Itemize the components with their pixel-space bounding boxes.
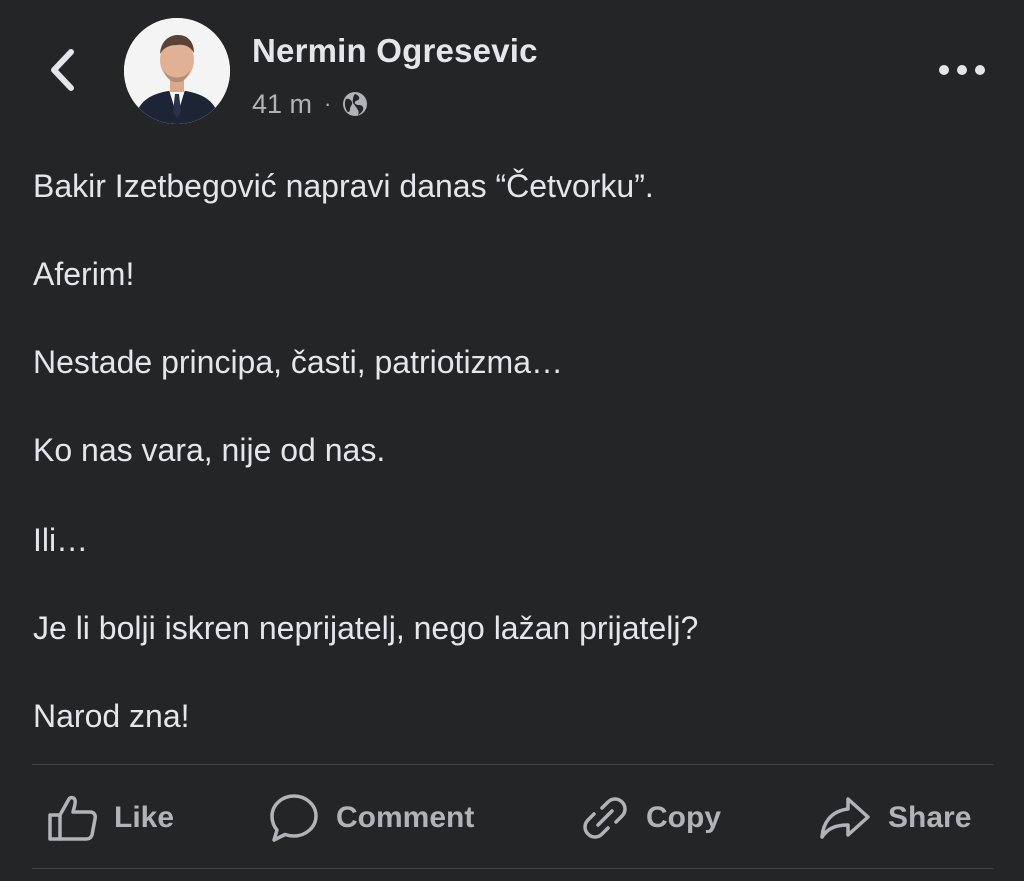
- like-button[interactable]: Like: [46, 776, 174, 860]
- thumbs-up-icon: [48, 795, 97, 841]
- divider: [32, 764, 993, 765]
- back-button[interactable]: [36, 44, 88, 96]
- author-name[interactable]: Nermin Ogresevic: [252, 32, 538, 70]
- divider: [32, 868, 993, 869]
- post-text-line: Narod zna!: [33, 698, 190, 734]
- more-horizontal-icon: [939, 65, 985, 75]
- share-label: Share: [888, 801, 972, 834]
- meta-separator: ·: [324, 91, 332, 116]
- post-time[interactable]: 41 m: [252, 89, 312, 120]
- like-label: Like: [114, 801, 175, 834]
- post-meta: 41 m ·: [252, 86, 369, 122]
- post-text-line: Nestade principa, časti, patriotizma…: [33, 344, 563, 380]
- post-text-line: Aferim!: [33, 256, 135, 292]
- comment-label: Comment: [336, 801, 475, 834]
- post-text-line: Bakir Izetbegović napravi danas “Četvork…: [33, 168, 654, 204]
- speech-bubble-icon: [270, 794, 318, 842]
- post-text-line: Ko nas vara, nije od nas.: [33, 432, 386, 468]
- more-options-button[interactable]: [934, 52, 990, 88]
- share-button[interactable]: Share: [818, 776, 971, 860]
- post-text-line: Ili…: [33, 522, 89, 558]
- post-header: Nermin Ogresevic 41 m ·: [0, 0, 1024, 140]
- chevron-left-icon: [51, 49, 74, 91]
- profile-photo: [124, 18, 230, 124]
- copy-button[interactable]: Copy: [580, 776, 721, 860]
- globe-icon[interactable]: [341, 90, 369, 118]
- copy-label: Copy: [646, 801, 721, 834]
- share-arrow-icon: [820, 797, 870, 839]
- link-icon: [583, 797, 627, 839]
- avatar[interactable]: [124, 18, 230, 124]
- action-bar: Like Comment Copy Share: [0, 776, 1024, 860]
- post-text-line: Je li bolji iskren neprijatelj, nego laž…: [33, 610, 699, 646]
- comment-button[interactable]: Comment: [268, 776, 474, 860]
